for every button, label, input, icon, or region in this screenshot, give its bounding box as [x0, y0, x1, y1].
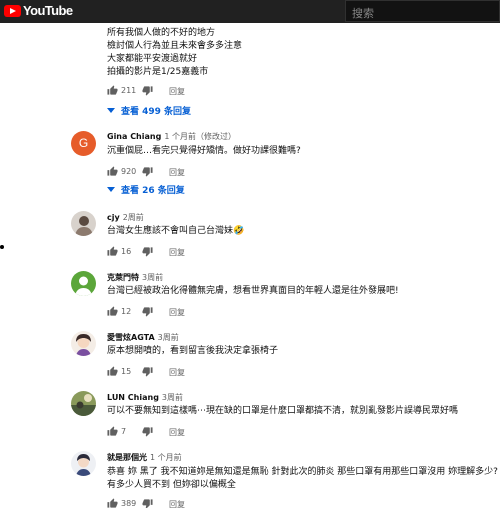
- avatar[interactable]: [71, 391, 96, 416]
- comment-actions: 15 回复: [107, 366, 227, 378]
- comment-author[interactable]: 克萊門特: [107, 273, 139, 282]
- comment-header: Gina Chiang 1 个月前（修改过）: [107, 131, 236, 142]
- comment-author[interactable]: cjy: [107, 213, 120, 222]
- reply-button[interactable]: 回复: [169, 307, 185, 318]
- like-count: 211: [121, 86, 137, 95]
- comment-line: 可以不要無知到這樣嗎⋯現在缺的口罩是什麼口罩都搞不清，就別亂發影片誤導民眾好嗎: [107, 406, 459, 416]
- comment-header: cjy 2周前: [107, 212, 144, 223]
- comment-time[interactable]: 1 个月前: [150, 453, 182, 462]
- comment-line: 有多少人買不到 但妳卻以偏概全: [107, 480, 236, 490]
- thumbs-down-icon[interactable]: [142, 166, 153, 179]
- comment-time[interactable]: 3周前: [162, 393, 183, 402]
- top-bar: YouTube 搜索: [0, 0, 500, 23]
- caret-down-icon: [107, 108, 115, 113]
- thumbs-down-icon[interactable]: [142, 306, 153, 319]
- comment-time[interactable]: 3周前: [158, 333, 179, 342]
- comment-line: 沉重個屁…看完只覺得好矯情。做好功課很難嗎?: [107, 146, 301, 156]
- caret-down-icon: [107, 187, 115, 192]
- comment-author[interactable]: 愛雪炫AGTA: [107, 333, 155, 342]
- comment-text: 沉重個屁…看完只覺得好矯情。做好功課很難嗎?: [107, 145, 301, 158]
- comment-line: 所有我個人做的不好的地方: [107, 28, 216, 38]
- view-replies-label: 查看 26 条回复: [121, 186, 185, 196]
- comment-actions: 920 回复: [107, 166, 227, 178]
- thumbs-down-icon[interactable]: [142, 498, 153, 508]
- like-count: 7: [121, 427, 127, 436]
- comment-line: 檢討個人行為並且未來會多多注意: [107, 41, 243, 51]
- thumbs-up-icon[interactable]: [107, 166, 118, 179]
- comment-text: 恭喜 妳 黑了 我不知道妳是無知還是無恥 針對此次的肺炎 那些口罩有用那些口罩沒…: [107, 466, 498, 492]
- comment-text: 原本想開噴的，看到留言後我決定拿張椅子: [107, 345, 278, 358]
- reply-button[interactable]: 回复: [169, 499, 185, 508]
- like-count: 12: [121, 307, 132, 316]
- comment-header: LUN Chiang 3周前: [107, 392, 183, 403]
- comment-actions: 389 回复: [107, 498, 227, 508]
- comment-header: 愛雪炫AGTA 3周前: [107, 332, 179, 343]
- comment-author[interactable]: 就是那個光: [107, 453, 147, 462]
- comment-actions: 16 回复: [107, 246, 227, 258]
- comment-header: 就是那個光 1 个月前: [107, 452, 182, 463]
- thumbs-down-icon[interactable]: [142, 246, 153, 259]
- reply-button[interactable]: 回复: [169, 86, 185, 97]
- logo-text: YouTube: [23, 3, 73, 18]
- comment-author[interactable]: Gina Chiang: [107, 132, 161, 141]
- comment-text: 所有我個人做的不好的地方 檢討個人行為並且未來會多多注意 大家都能平安渡過就好 …: [107, 27, 242, 79]
- reply-button[interactable]: 回复: [169, 367, 185, 378]
- view-replies-button[interactable]: 查看 499 条回复: [107, 104, 191, 117]
- thumbs-down-icon[interactable]: [142, 85, 153, 98]
- thumbs-up-icon[interactable]: [107, 366, 118, 379]
- comment-actions: 12 回复: [107, 306, 227, 318]
- reply-button[interactable]: 回复: [169, 167, 185, 178]
- comment-actions: 211 回复: [107, 85, 227, 97]
- search-input[interactable]: 搜索: [345, 0, 500, 22]
- comment-text: 台灣已經被政治化得體無完膚，想看世界真面目的年輕人還是往外發展吧!: [107, 285, 399, 298]
- comment-header: 克萊門特 3周前: [107, 272, 163, 283]
- comment-line: 原本想開噴的，看到留言後我決定拿張椅子: [107, 346, 279, 356]
- comment-time[interactable]: 3周前: [142, 273, 163, 282]
- avatar[interactable]: G: [71, 131, 96, 156]
- comment-line: 拍攝的影片是1/25嘉義市: [107, 67, 209, 77]
- thumbs-up-icon[interactable]: [107, 246, 118, 259]
- comment-line: 恭喜 妳 黑了 我不知道妳是無知還是無恥 針對此次的肺炎 那些口罩有用那些口罩沒…: [107, 467, 498, 477]
- reply-button[interactable]: 回复: [169, 427, 185, 438]
- comment-author[interactable]: LUN Chiang: [107, 393, 159, 402]
- thumbs-up-icon[interactable]: [107, 306, 118, 319]
- thumbs-down-icon[interactable]: [142, 426, 153, 439]
- avatar[interactable]: [71, 331, 96, 356]
- like-count: 389: [121, 499, 137, 508]
- view-replies-button[interactable]: 查看 26 条回复: [107, 183, 185, 196]
- reply-button[interactable]: 回复: [169, 247, 185, 258]
- thumbs-up-icon[interactable]: [107, 426, 118, 439]
- view-replies-label: 查看 499 条回复: [121, 107, 192, 117]
- youtube-logo[interactable]: YouTube: [4, 3, 73, 18]
- youtube-logo-icon: [4, 4, 21, 17]
- comment-text: 台灣女生應該不會叫自己台灣妹🤣: [107, 225, 244, 238]
- like-count: 920: [121, 167, 137, 176]
- comment-line: 台灣已經被政治化得體無完膚，想看世界真面目的年輕人還是往外發展吧!: [107, 286, 399, 296]
- thumbs-down-icon[interactable]: [142, 366, 153, 379]
- comment-time[interactable]: 1 个月前（修改过）: [164, 132, 236, 141]
- comment-line: 大家都能平安渡過就好: [107, 54, 198, 64]
- comment-time[interactable]: 2周前: [123, 213, 144, 222]
- like-count: 16: [121, 247, 132, 256]
- avatar[interactable]: [71, 211, 96, 236]
- thumbs-up-icon[interactable]: [107, 498, 118, 508]
- avatar[interactable]: [71, 451, 96, 476]
- like-count: 15: [121, 367, 132, 376]
- thumbs-up-icon[interactable]: [107, 85, 118, 98]
- avatar[interactable]: [71, 271, 96, 296]
- comment-line: 台灣女生應該不會叫自己台灣妹🤣: [107, 226, 245, 236]
- comment-text: 可以不要無知到這樣嗎⋯現在缺的口罩是什麼口罩都搞不清，就別亂發影片誤導民眾好嗎: [107, 405, 458, 418]
- comment-actions: 7 回复: [107, 426, 227, 438]
- stray-dot: [0, 245, 4, 249]
